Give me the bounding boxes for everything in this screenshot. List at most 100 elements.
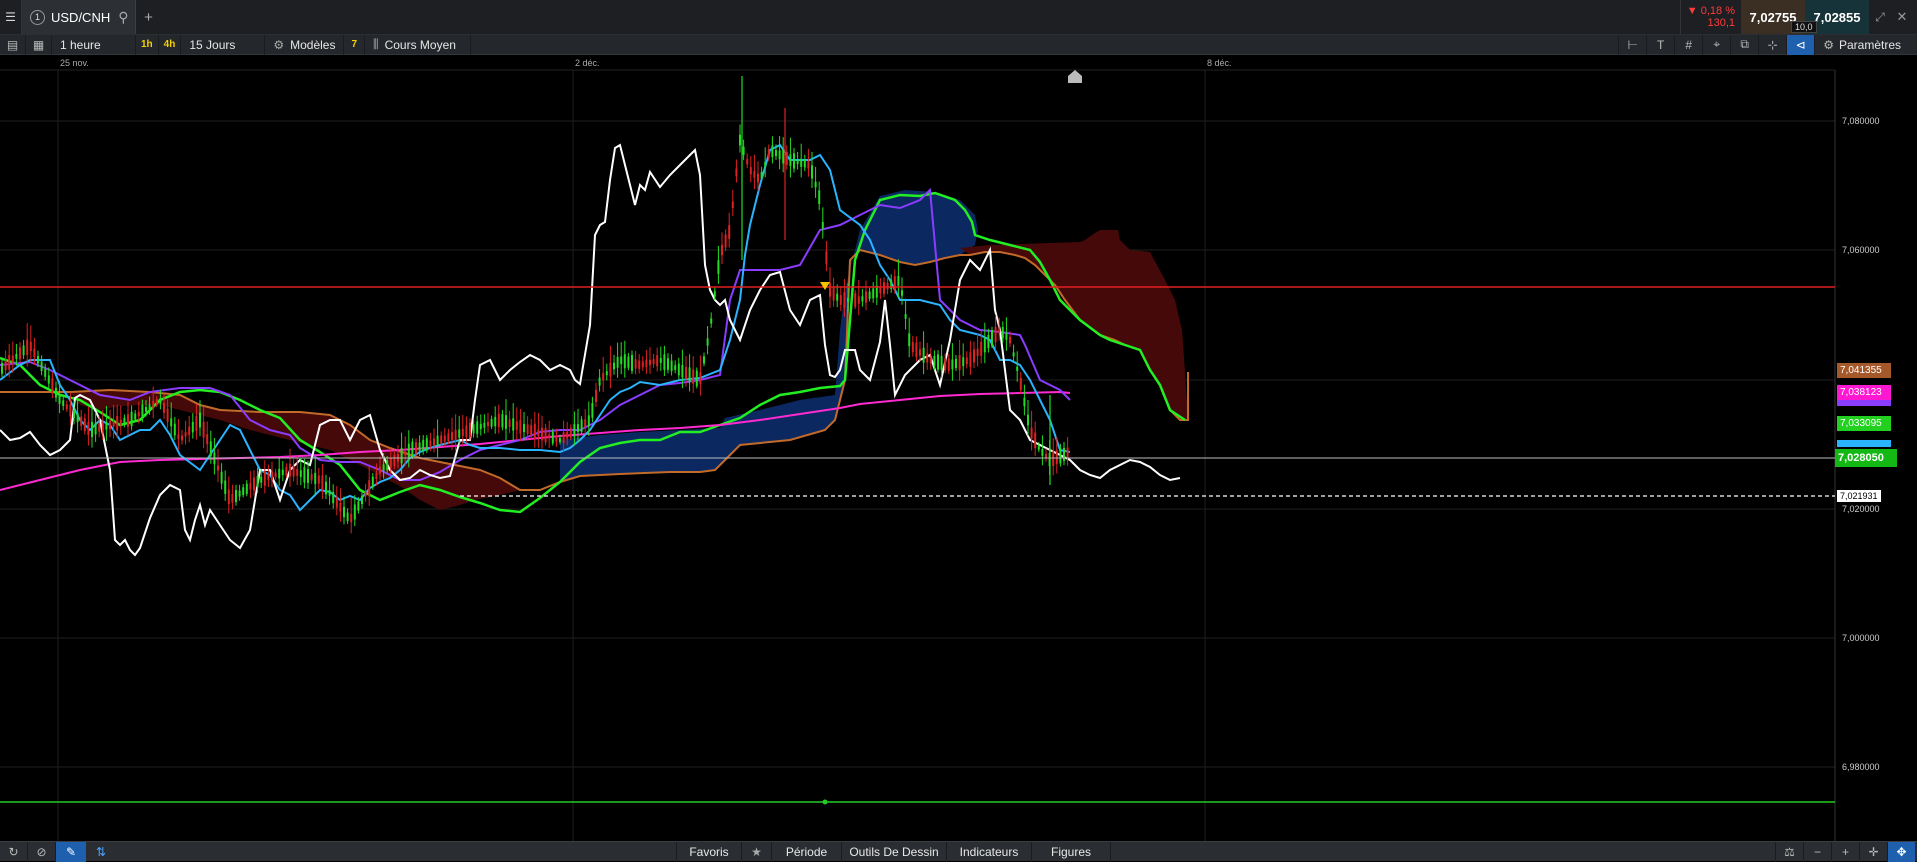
crosshair-icon[interactable]: ✛ [1859, 841, 1887, 862]
menu-icon[interactable]: ☰ [0, 0, 22, 34]
favorites-button[interactable]: Favoris [676, 841, 741, 862]
price-chart[interactable]: 25 nov. 2 déc. 8 déc. 7,080000 7,060000 … [0, 56, 1917, 841]
candle-body [937, 354, 939, 370]
candle-body [357, 501, 360, 511]
candle-body [706, 338, 709, 346]
range-select[interactable]: 15 Jours [181, 34, 266, 55]
candle-body [490, 418, 493, 427]
candle-body [785, 152, 788, 165]
candle-body [224, 480, 227, 494]
candle-body [825, 251, 828, 264]
candle-body [231, 494, 234, 503]
zoom-out-icon[interactable]: − [1803, 841, 1831, 862]
candle-body [170, 418, 173, 427]
zoom-in-icon[interactable]: + [1831, 841, 1859, 862]
indicator-count-badge[interactable]: 7 [344, 34, 366, 55]
candle-body [800, 158, 803, 167]
candle-body [955, 358, 957, 369]
swap-icon[interactable]: ⇅ [86, 842, 116, 862]
spread-badge: 10,0 [1791, 21, 1817, 33]
layout-grid-icon[interactable]: ▦ [26, 34, 52, 55]
quick-interval-1h[interactable]: 1h [136, 34, 159, 55]
candle-body [26, 339, 29, 355]
candle-body [245, 483, 248, 494]
candle-body [278, 468, 281, 479]
ask-price-button[interactable]: 7,02855 10,0 [1791, 0, 1869, 34]
scale-icon[interactable]: ⚖ [1775, 841, 1803, 862]
candle-body [105, 422, 108, 430]
candle-body [821, 222, 824, 229]
date-label: 8 déc. [1207, 58, 1232, 68]
fit-icon[interactable]: ✥ [1887, 841, 1915, 862]
block-icon[interactable]: ⊘ [28, 841, 56, 862]
bid-price: 7,02755 [1749, 9, 1797, 25]
ruler-icon[interactable]: ⊢ [1618, 34, 1646, 55]
drawing-tools-button[interactable]: Outils De Dessin [841, 841, 946, 862]
price-tick-label: 7,060000 [1842, 245, 1880, 255]
candle-body [123, 417, 126, 425]
candle-body [562, 432, 565, 443]
refresh-icon[interactable]: ↻ [0, 841, 28, 862]
candle-body [260, 476, 263, 483]
quick-interval-4h[interactable]: 4h [159, 34, 182, 55]
grid-icon[interactable]: # [1674, 34, 1702, 55]
figures-button[interactable]: Figures [1031, 841, 1111, 862]
symbol-tab[interactable]: 1 USD/CNH ⚲ [22, 0, 136, 34]
pin-icon[interactable]: ⊹ [1758, 34, 1786, 55]
candle-body [116, 415, 119, 431]
pencil-icon[interactable]: ✎ [56, 841, 86, 862]
interval-select[interactable]: 1 heure [52, 34, 136, 55]
candle-body [285, 466, 288, 476]
crosshair-icon[interactable]: ⌖ [1702, 34, 1730, 55]
candle-body [127, 414, 129, 427]
candle-body [184, 432, 187, 437]
candle-body [541, 427, 543, 441]
candle-body [22, 345, 25, 356]
candle-body [163, 403, 165, 413]
candle-body [717, 260, 720, 274]
settings-label: Paramètres [1838, 37, 1901, 52]
text-tool-icon[interactable]: T [1646, 34, 1674, 55]
copy-icon[interactable]: ⧉ [1730, 34, 1758, 55]
candle-body [368, 480, 371, 496]
candle-body [623, 354, 626, 369]
candle-body [1023, 397, 1026, 407]
candle-body [11, 355, 14, 364]
candle-body [681, 364, 684, 378]
candle-body [695, 370, 698, 387]
add-tab-button[interactable]: + [136, 0, 162, 34]
candle-body [983, 338, 986, 353]
candle-body [911, 341, 914, 353]
candle-body [973, 349, 975, 363]
period-button[interactable]: Période [771, 841, 841, 862]
candle-body [191, 422, 194, 433]
candle-body [631, 355, 633, 371]
candle-body [483, 422, 486, 428]
candle-body [854, 293, 857, 307]
candle-body [620, 356, 623, 365]
candle-body [451, 432, 453, 440]
candle-body [789, 154, 792, 166]
candle-body [134, 413, 137, 420]
templates-button[interactable]: ⚙ Modèles [265, 34, 345, 55]
candle-body [523, 423, 525, 433]
candle-body [605, 371, 608, 376]
candle-body [760, 171, 763, 179]
candle-body [598, 377, 601, 386]
indicators-button[interactable]: Indicateurs [946, 841, 1031, 862]
candle-body [267, 474, 270, 481]
search-icon[interactable]: ⚲ [118, 9, 128, 26]
close-icon[interactable]: ✕ [1891, 0, 1913, 34]
panel-toggle-icon[interactable]: ▤ [0, 34, 26, 55]
expand-icon[interactable]: ⤢ [1869, 0, 1891, 34]
support-line-handle[interactable] [822, 799, 828, 805]
candle-body [667, 358, 669, 370]
candle-body [404, 451, 407, 456]
settings-button[interactable]: ⚙ Paramètres [1814, 34, 1909, 55]
candle-body [209, 441, 212, 457]
chart-type-button[interactable]: ⫼ Cours Moyen [365, 34, 471, 55]
price-label-icon[interactable]: ⊲ [1786, 34, 1815, 55]
star-icon[interactable]: ★ [741, 841, 771, 862]
candle-body [944, 358, 947, 370]
candle-body [843, 292, 846, 308]
